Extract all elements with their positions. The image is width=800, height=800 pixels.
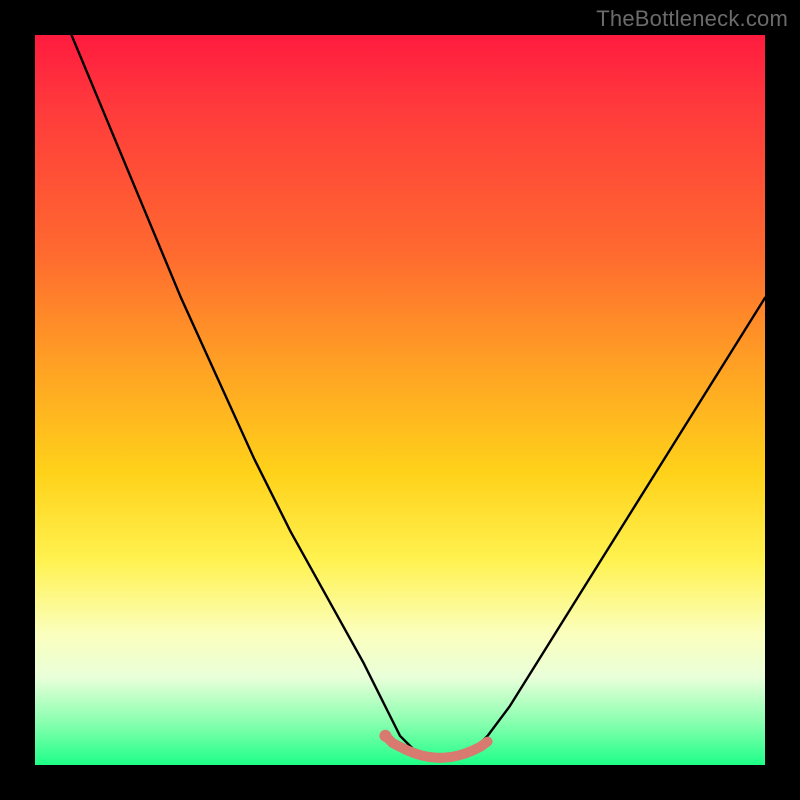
bottleneck-curve (72, 35, 766, 758)
optimal-band-marker (385, 736, 487, 758)
curve-layer (35, 35, 765, 765)
optimal-band-start-dot (379, 730, 391, 742)
watermark-label: TheBottleneck.com (596, 6, 788, 32)
chart-frame: TheBottleneck.com (0, 0, 800, 800)
plot-area (35, 35, 765, 765)
